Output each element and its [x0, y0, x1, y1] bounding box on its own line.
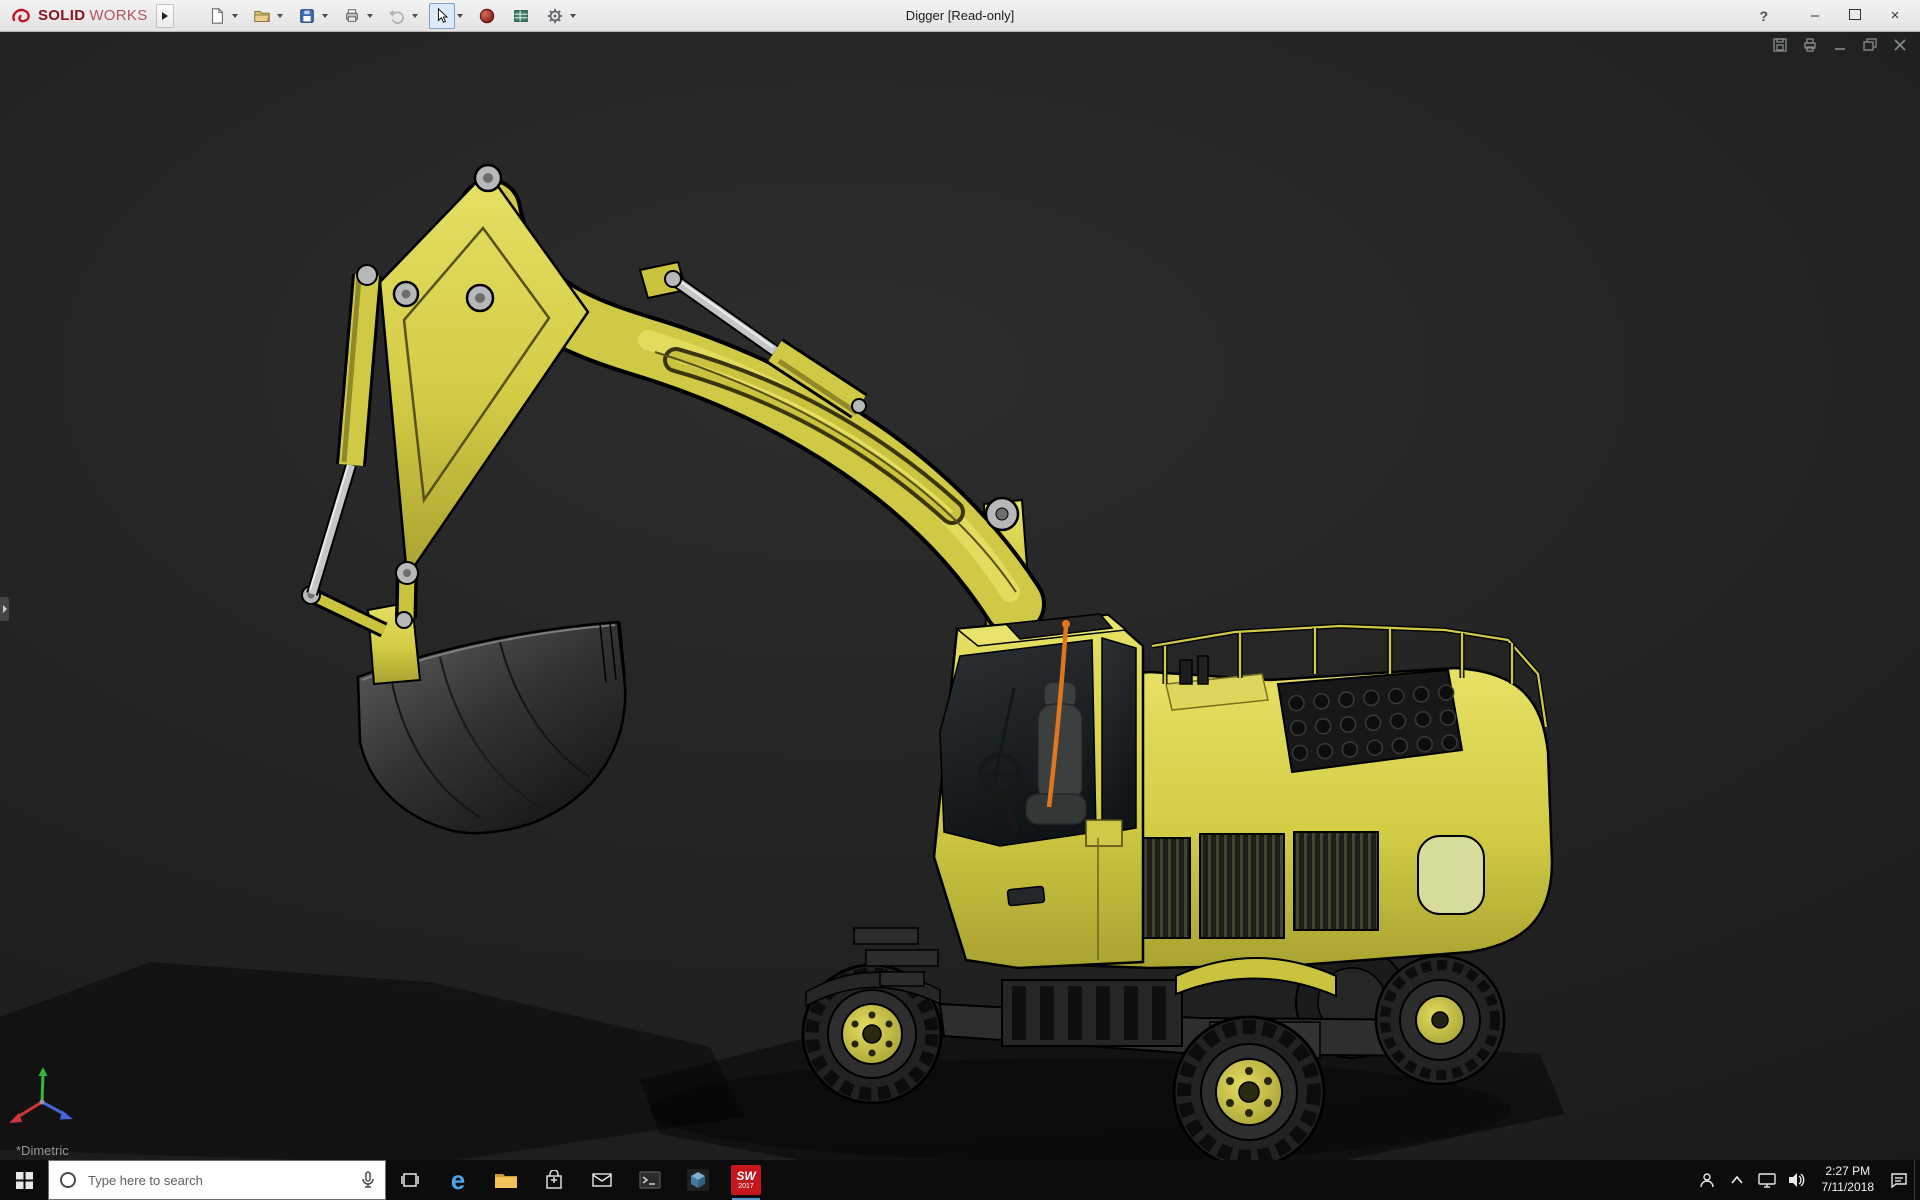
select-arrow-icon [437, 7, 448, 23]
design-table-icon [513, 9, 528, 22]
new-document-dropdown[interactable] [230, 3, 241, 29]
titlebar: SOLID WORKS Digger [Read-only] ? – × [0, 0, 1920, 32]
save-floppy-icon [299, 8, 314, 23]
windows-start-icon [15, 1171, 33, 1189]
main-toolbar [204, 2, 585, 29]
save-button[interactable] [294, 3, 320, 29]
viewport-3d[interactable]: *Dimetric [0, 32, 1920, 1160]
speaker-icon [1788, 1173, 1804, 1187]
brand-text-bold: SOLID [38, 7, 86, 24]
cab [932, 613, 1145, 970]
appearance-sphere-icon [479, 8, 494, 23]
dipper-plate [378, 163, 590, 581]
options-gear-button[interactable] [542, 3, 568, 29]
minimize-button[interactable]: – [1802, 3, 1828, 29]
window-print-button[interactable] [1801, 37, 1818, 52]
open-dropdown[interactable] [275, 3, 286, 29]
feature-panel-flyout-tab[interactable] [0, 597, 9, 621]
ds-swirl-icon [12, 8, 30, 22]
open-folder-icon [253, 10, 270, 22]
microphone-icon [362, 1171, 374, 1188]
open-button[interactable] [249, 3, 275, 29]
new-document-icon [211, 7, 224, 24]
undo-dropdown[interactable] [410, 3, 421, 29]
undo-icon [388, 9, 404, 24]
network-button[interactable] [1752, 1160, 1782, 1200]
rear-right-wheel [1374, 954, 1506, 1086]
people-icon [1699, 1173, 1714, 1188]
document-window-controls [1771, 37, 1908, 52]
clock-time: 2:27 PM [1825, 1164, 1871, 1179]
window-minimize-button[interactable] [1831, 37, 1848, 52]
action-center-button[interactable] [1884, 1160, 1914, 1200]
action-center-icon [1891, 1173, 1907, 1188]
select-dropdown[interactable] [455, 3, 466, 29]
screen: SOLID WORKS Digger [Read-only] ? – × *Di… [0, 0, 1920, 1200]
task-view-button[interactable] [386, 1160, 434, 1200]
brand-text-light: WORKS [89, 7, 148, 24]
help-button[interactable]: ? [1753, 8, 1774, 24]
edge-browser-button[interactable]: e [434, 1160, 482, 1200]
window-print-icon [1803, 37, 1816, 52]
file-explorer-button[interactable] [482, 1160, 530, 1200]
close-button[interactable]: × [1882, 3, 1908, 29]
menu-flyout-button[interactable] [155, 3, 174, 28]
start-button[interactable] [0, 1160, 48, 1200]
people-button[interactable] [1692, 1160, 1722, 1200]
console-button[interactable] [626, 1160, 674, 1200]
solidworks-2017-icon: SW 2017 [731, 1165, 761, 1195]
hidden-icons-button[interactable] [1722, 1160, 1752, 1200]
maximize-button[interactable] [1842, 3, 1868, 29]
options-dropdown[interactable] [568, 3, 579, 29]
window-restore-button[interactable] [1861, 37, 1878, 52]
front-right-wheel [1172, 1015, 1326, 1160]
appearance-sphere-button[interactable] [474, 3, 500, 29]
search-input[interactable] [86, 1171, 352, 1189]
system-tray: 2:27 PM 7/11/2018 [1692, 1160, 1920, 1200]
window-save-button[interactable] [1771, 37, 1788, 52]
undo-button[interactable] [384, 3, 410, 29]
window-restore-icon [1862, 37, 1877, 51]
show-desktop-button[interactable] [1914, 1160, 1920, 1200]
solidworks-logo: SOLID WORKS [6, 6, 152, 26]
task-view-icon [401, 1173, 419, 1187]
excavator-model[interactable] [0, 32, 1920, 1160]
network-icon [1757, 1173, 1776, 1188]
new-document-button[interactable] [204, 3, 230, 29]
mail-button[interactable] [578, 1160, 626, 1200]
boom-arm [458, 178, 1046, 636]
window-close-button[interactable] [1891, 37, 1908, 52]
taskbar-search-box[interactable] [48, 1160, 386, 1200]
print-dropdown[interactable] [365, 3, 376, 29]
taskbar: e [0, 1160, 1920, 1200]
window-save-icon [1772, 37, 1787, 52]
maximize-icon [1849, 8, 1861, 20]
mail-icon [592, 1173, 612, 1187]
window-controls: ? – × [1753, 3, 1914, 29]
store-button[interactable] [530, 1160, 578, 1200]
clock-date: 7/11/2018 [1821, 1180, 1875, 1194]
edge-icon: e [450, 1165, 466, 1195]
console-icon [639, 1171, 661, 1189]
dipper-cylinder [306, 264, 382, 596]
design-table-button[interactable] [508, 3, 534, 29]
window-close-icon [1893, 38, 1906, 51]
save-dropdown[interactable] [320, 3, 331, 29]
options-gear-icon [547, 8, 562, 23]
view-orientation-label: *Dimetric [16, 1143, 69, 1158]
solidworks-app-button[interactable]: SW 2017 [722, 1160, 770, 1200]
select-button[interactable] [428, 2, 455, 29]
cortana-icon [60, 1172, 76, 1188]
file-explorer-icon [495, 1174, 517, 1188]
document-title: Digger [Read-only] [905, 8, 1015, 23]
chevron-up-icon [1730, 1176, 1743, 1184]
cube-icon [687, 1169, 709, 1191]
window-minimize-icon [1834, 47, 1845, 50]
store-icon [546, 1170, 562, 1189]
taskbar-clock[interactable]: 2:27 PM 7/11/2018 [1812, 1160, 1885, 1200]
volume-button[interactable] [1782, 1160, 1812, 1200]
print-icon [345, 8, 358, 22]
print-button[interactable] [339, 3, 365, 29]
model-viewer-button[interactable] [674, 1160, 722, 1200]
